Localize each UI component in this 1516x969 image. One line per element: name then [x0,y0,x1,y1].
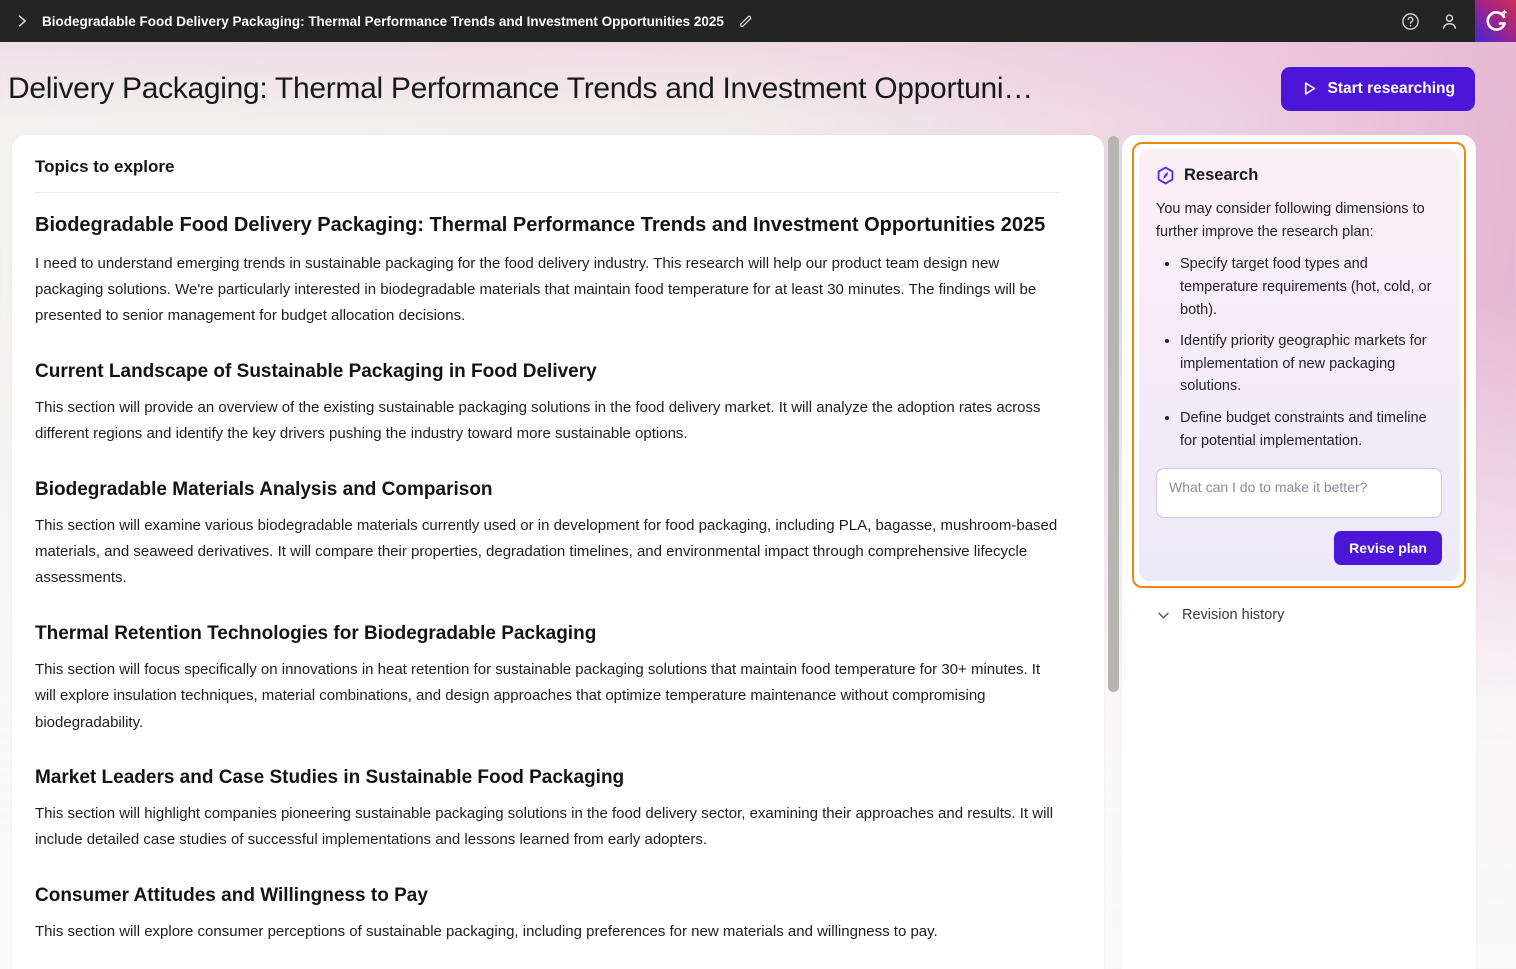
help-icon[interactable] [1401,12,1420,31]
page-header: Delivery Packaging: Thermal Performance … [0,42,1516,135]
topic-body: This section will provide an overview of… [35,395,1059,448]
topic-heading: Consumer Attitudes and Willingness to Pa… [35,885,1059,907]
topic-body: This section will examine various biodeg… [35,513,1059,592]
topic-heading: Current Landscape of Sustainable Packagi… [35,361,1059,383]
topic-body: I need to understand emerging trends in … [35,251,1059,330]
revision-history-toggle[interactable]: Revision history [1156,607,1466,623]
research-compass-icon [1156,166,1175,185]
research-header: Research [1156,166,1442,185]
topic-heading: Market Leaders and Case Studies in Susta… [35,767,1059,789]
research-plan-card: Topics to explore Biodegradable Food Del… [12,135,1104,969]
start-researching-button[interactable]: Start researching [1281,67,1476,111]
revise-plan-input[interactable] [1156,468,1442,518]
revise-plan-button[interactable]: Revise plan [1334,531,1442,565]
page-title: Delivery Packaging: Thermal Performance … [8,72,1257,106]
topic-materials-analysis: Biodegradable Materials Analysis and Com… [35,479,1059,592]
user-icon[interactable] [1440,12,1459,31]
app-logo[interactable] [1475,0,1516,42]
chevron-down-icon [1156,608,1171,623]
research-suggestion-list: Specify target food types and temperatur… [1156,253,1442,452]
research-suggestions-card: Research You may consider following dime… [1132,142,1466,588]
topic-body: This section will explore consumer perce… [35,919,1059,945]
revision-history-label: Revision history [1182,607,1284,623]
expand-chevron-icon[interactable] [14,13,30,29]
suggestion-item: Define budget constraints and timeline f… [1180,407,1442,452]
document-title: Biodegradable Food Delivery Packaging: T… [42,14,724,29]
topic-body: This section will highlight companies pi… [35,801,1059,854]
suggestion-item: Specify target food types and temperatur… [1180,253,1442,321]
topic-overview: Biodegradable Food Delivery Packaging: T… [35,212,1059,330]
research-panel-title: Research [1184,166,1258,185]
research-suggestions-inner: Research You may consider following dime… [1139,149,1459,581]
topic-heading: Biodegradable Materials Analysis and Com… [35,479,1059,501]
edit-title-icon[interactable] [738,14,753,29]
research-assistant-panel: Research You may consider following dime… [1122,135,1476,969]
topic-thermal-retention: Thermal Retention Technologies for Biode… [35,623,1059,736]
topic-consumer-attitudes: Consumer Attitudes and Willingness to Pa… [35,885,1059,945]
start-researching-label: Start researching [1328,80,1456,98]
topic-market-leaders: Market Leaders and Case Studies in Susta… [35,767,1059,854]
suggestion-item: Identify priority geographic markets for… [1180,330,1442,398]
topic-current-landscape: Current Landscape of Sustainable Packagi… [35,361,1059,448]
topic-body: This section will focus specifically on … [35,657,1059,736]
top-bar: Biodegradable Food Delivery Packaging: T… [0,0,1516,42]
research-intro-text: You may consider following dimensions to… [1156,198,1442,244]
topic-heading: Biodegradable Food Delivery Packaging: T… [35,212,1059,240]
play-icon [1301,80,1318,97]
content-scrollbar[interactable] [1108,136,1119,692]
topics-section-title: Topics to explore [35,157,1059,177]
section-divider [35,192,1059,193]
topic-heading: Thermal Retention Technologies for Biode… [35,623,1059,645]
